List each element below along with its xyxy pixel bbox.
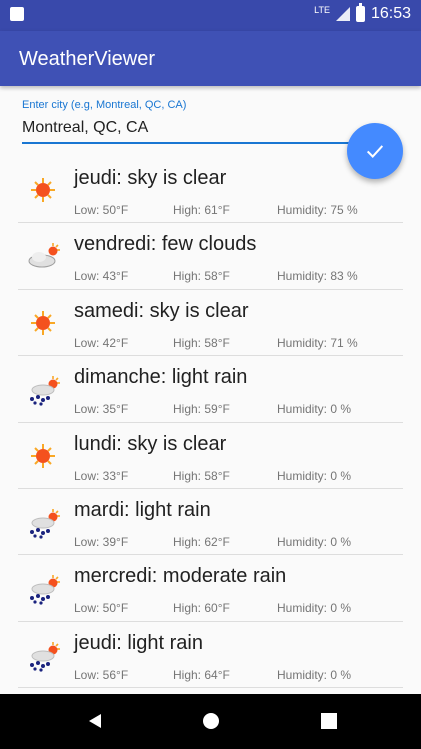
rain-icon	[22, 368, 64, 410]
forecast-day-description: jeudi: sky is clear	[74, 167, 227, 189]
forecast-humidity: Humidity: 0 %	[277, 601, 352, 616]
forecast-day-description: lundi: sky is clear	[74, 432, 227, 455]
home-icon[interactable]	[202, 712, 220, 730]
forecast-high-temp: High: 58°F	[173, 269, 230, 284]
forecast-high-temp: High: 62°F	[173, 534, 230, 549]
navigation-bar	[0, 694, 421, 749]
forecast-item[interactable]: jeudi: light rain Low: 56°F High: 64°F Humi…	[0, 622, 421, 689]
forecast-item[interactable]: samedi: sky is clear Low: 42°F High: 58°F H…	[0, 290, 421, 357]
forecast-day-description: samedi: sky is clear	[74, 299, 249, 322]
forecast-item[interactable]: lundi: sky is clear Low: 33°F High: 58°F Hu…	[0, 423, 421, 490]
signal-icon	[335, 7, 350, 21]
app-bar: WeatherViewer	[0, 31, 421, 86]
rain-icon	[22, 567, 64, 609]
few-clouds-icon	[22, 235, 64, 277]
forecast-list[interactable]: jeudi: sky is clear Low: 50°F High: 61°F Hu…	[0, 157, 421, 689]
back-icon[interactable]	[86, 712, 104, 730]
forecast-low-temp: Low: 33°F	[74, 468, 129, 483]
network-type: LTE	[314, 5, 330, 15]
forecast-humidity: Humidity: 83 %	[277, 269, 358, 284]
forecast-high-temp: High: 61°F	[173, 203, 230, 217]
forecast-item[interactable]: mercredi: moderate rain Low: 50°F High: 60…	[0, 555, 421, 623]
city-input-label: Enter city (e.g, Montreal, QC, CA)	[22, 99, 187, 111]
rain-icon	[22, 501, 64, 543]
status-time: 16:53	[370, 5, 411, 22]
sd-card-icon	[10, 7, 24, 21]
forecast-day-description: dimanche: light rain	[74, 366, 248, 389]
forecast-day-description: mardi: light rain	[74, 498, 211, 521]
forecast-high-temp: High: 60°F	[173, 601, 230, 616]
forecast-low-temp: Low: 35°F	[74, 402, 129, 417]
forecast-high-temp: High: 58°F	[173, 335, 230, 350]
forecast-humidity: Humidity: 0 %	[277, 468, 352, 483]
forecast-day-description: mercredi: moderate rain	[74, 565, 287, 588]
forecast-low-temp: Low: 43°F	[74, 269, 129, 284]
forecast-low-temp: Low: 42°F	[74, 335, 129, 350]
city-input-container: Enter city (e.g, Montreal, QC, CA)	[22, 99, 372, 144]
forecast-humidity: Humidity: 0 %	[277, 667, 352, 682]
sun-icon	[22, 302, 64, 344]
forecast-day-description: vendredi: few clouds	[74, 233, 257, 256]
sun-icon	[22, 169, 64, 211]
forecast-high-temp: High: 58°F	[173, 468, 230, 483]
forecast-item[interactable]: dimanche: light rain Low: 35°F High: 59°F H…	[0, 356, 421, 423]
forecast-low-temp: Low: 50°F	[74, 203, 129, 217]
battery-icon	[355, 3, 365, 22]
forecast-humidity: Humidity: 0 %	[277, 402, 352, 417]
forecast-item[interactable]: vendredi: few clouds Low: 43°F High: 58°F H…	[0, 223, 421, 291]
forecast-low-temp: Low: 56°F	[74, 667, 129, 682]
sun-icon	[22, 435, 64, 477]
forecast-humidity: Humidity: 75 %	[277, 203, 358, 217]
forecast-low-temp: Low: 39°F	[74, 534, 129, 549]
forecast-item[interactable]: mardi: light rain Low: 39°F High: 62°F Humi…	[0, 489, 421, 556]
forecast-item[interactable]: jeudi: sky is clear Low: 50°F High: 61°F Hu…	[0, 157, 421, 224]
forecast-day-description: jeudi: light rain	[74, 631, 203, 654]
status-indicators: LTE 16:53	[314, 3, 411, 23]
forecast-low-temp: Low: 50°F	[74, 601, 129, 616]
city-input[interactable]	[22, 117, 372, 144]
forecast-high-temp: High: 64°F	[173, 667, 230, 682]
forecast-high-temp: High: 59°F	[173, 402, 230, 417]
forecast-humidity: Humidity: 0 %	[277, 534, 352, 549]
recents-icon[interactable]	[320, 712, 338, 730]
app-title: WeatherViewer	[19, 48, 155, 70]
rain-icon	[22, 634, 64, 676]
forecast-humidity: Humidity: 71 %	[277, 335, 358, 350]
status-bar: LTE 16:53	[0, 0, 421, 31]
